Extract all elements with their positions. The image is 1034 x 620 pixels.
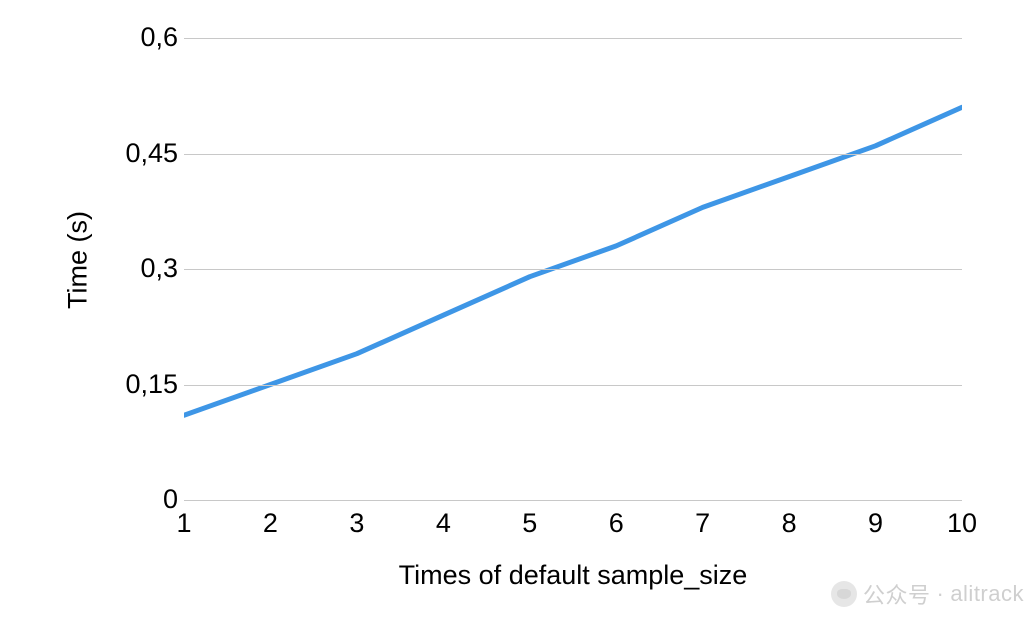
gridline: [184, 38, 962, 39]
x-tick: 1: [176, 508, 191, 539]
x-tick: 2: [263, 508, 278, 539]
gridline: [184, 269, 962, 270]
x-tick: 7: [695, 508, 710, 539]
y-axis-ticks: 0,6 0,45 0,3 0,15 0: [112, 38, 184, 500]
gridline: [184, 154, 962, 155]
y-tick: 0,15: [118, 369, 178, 400]
x-tick: 10: [947, 508, 977, 539]
gridline: [184, 385, 962, 386]
x-tick: 6: [609, 508, 624, 539]
gridline: [184, 500, 962, 501]
x-tick: 8: [782, 508, 797, 539]
x-tick: 3: [349, 508, 364, 539]
wechat-icon: [831, 581, 857, 607]
y-tick: 0,6: [118, 22, 178, 53]
watermark-text-b: alitrack: [950, 581, 1024, 607]
x-tick: 5: [522, 508, 537, 539]
x-axis-label: Times of default sample_size: [399, 560, 748, 591]
watermark: 公众号 · alitrack: [831, 578, 1024, 610]
x-tick: 4: [436, 508, 451, 539]
x-axis-ticks: 12345678910: [184, 508, 962, 544]
watermark-sep: ·: [936, 581, 944, 607]
y-tick: 0,3: [118, 253, 178, 284]
x-tick: 9: [868, 508, 883, 539]
y-tick: 0: [118, 484, 178, 515]
y-tick: 0,45: [118, 138, 178, 169]
plot-area: [184, 38, 962, 500]
watermark-text-a: 公众号: [863, 578, 931, 610]
chart-container: 0,6 0,45 0,3 0,15 0 1 2 3 4 5 6 7 8 9 10 Time (s)…: [0, 0, 1034, 620]
y-axis-label: Time (s): [63, 211, 94, 309]
